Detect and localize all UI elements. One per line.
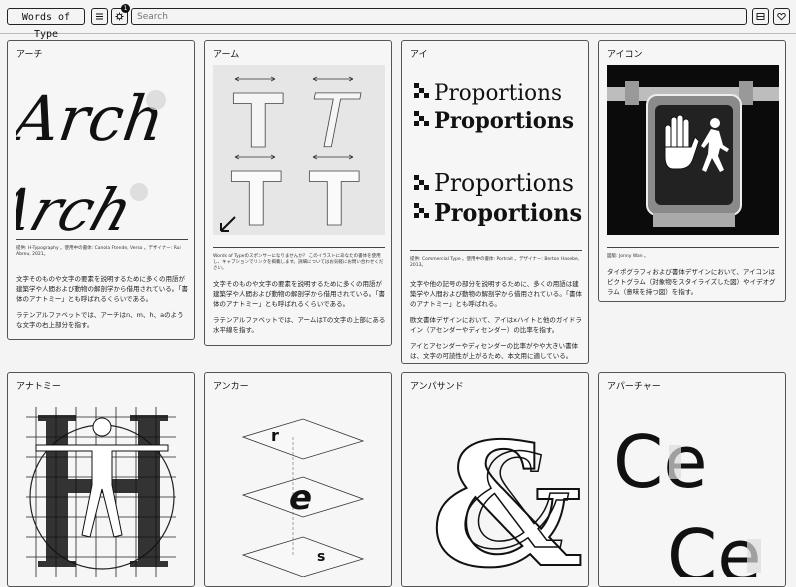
arm-glyph-2: T — [311, 79, 362, 165]
proportions-sample-3: Proportions — [434, 169, 574, 197]
card-caption: 提供: Commercial Type 。使用中の書体: Portrait 。デ… — [410, 250, 582, 269]
search-input[interactable] — [131, 8, 747, 25]
card-body: 文字や他の記号の部分を説明するために、多くの用語は建築学や人間および動物の解剖学… — [410, 279, 584, 363]
card-title: アーチ — [16, 50, 43, 60]
anchor-glyph-r: r — [271, 426, 279, 445]
arm-glyph-1: T — [233, 79, 284, 165]
term-card-arm[interactable]: アーム T T T T Words of Typeのスポンサーになりませんか？ … — [204, 40, 392, 346]
arm-glyph-3: T — [231, 157, 282, 235]
card-paragraph: 文字そのものや文字の要素を説明するために多くの用語が建築学や人間および動物の解剖… — [213, 280, 386, 308]
card-illustration: & & — [410, 397, 582, 577]
card-title: アイコン — [607, 50, 643, 60]
menu-button[interactable] — [91, 8, 108, 25]
card-paragraph: ラテンアルファベットでは、アームはTの文字の上部にある水平線を指す。 — [213, 316, 386, 334]
term-card-eye[interactable]: アイ Proportions Proportions Proportions P… — [401, 40, 589, 364]
aperture-sample-1: Ce — [613, 420, 708, 504]
top-bar: Words of Type 1 — [0, 0, 796, 40]
term-card-aperture[interactable]: アパーチャー Ce Ce — [598, 372, 786, 587]
card-illustration — [16, 397, 188, 577]
view-toggle-button[interactable] — [752, 8, 769, 25]
arch-word-upper: Arch — [16, 82, 169, 155]
card-paragraph: ラテンアルファベットでは、アーチはn、m、h、aのような文字の右上部分を指す。 — [16, 311, 184, 329]
grid-view-icon — [756, 13, 765, 20]
checker-mark-icon — [414, 83, 429, 218]
term-card-icon[interactable]: アイコン 図版: Jonny Wan 。 タイポグラフィおよび書体デザインにおい… — [598, 40, 786, 302]
arch-word-lower: Arch — [16, 177, 141, 235]
card-body: 文字そのものや文字の要素を説明するために多くの用語が建築学や人間および動物の解剖… — [16, 274, 190, 336]
card-illustration: T T T T — [213, 65, 385, 235]
card-body: 文字そのものや文字の要素を説明するために多くの用語が建築学や人間および動物の解剖… — [213, 279, 387, 341]
card-caption: Words of Typeのスポンサーになりませんか？ このイラストにあなたの書… — [213, 247, 385, 272]
card-illustration: Arch Arch — [16, 65, 188, 235]
card-title: アイ — [410, 50, 428, 60]
arch-highlight-upper — [146, 90, 166, 110]
card-illustration: Ce Ce — [607, 397, 779, 577]
favorites-button[interactable] — [773, 8, 790, 25]
card-title: アンカー — [213, 382, 249, 392]
gear-icon — [115, 12, 124, 21]
card-title: アナトミー — [16, 382, 61, 392]
proportions-sample-1: Proportions — [434, 81, 562, 106]
card-title: アパーチャー — [607, 382, 661, 392]
card-paragraph: 文字そのものや文字の要素を説明するために多くの用語が建築学や人間および動物の解剖… — [16, 275, 189, 303]
card-paragraph: 文字や他の記号の部分を説明するために、多くの用語は建築学や人間および動物の解剖学… — [410, 280, 583, 308]
term-card-anatomy[interactable]: アナトミー — [7, 372, 195, 587]
card-body: タイポグラフィおよび書体デザインにおいて、アイコンはピクトグラム（対象物をスタイ… — [607, 267, 781, 301]
card-title: アーム — [213, 50, 240, 60]
card-paragraph: タイポグラフィおよび書体デザインにおいて、アイコンはピクトグラム（対象物をスタイ… — [607, 268, 776, 296]
heart-icon — [777, 12, 786, 21]
ampersand-glyph-2: & — [460, 426, 576, 577]
arm-glyph-4: T — [309, 157, 360, 235]
proportions-sample-4: Proportions — [434, 198, 582, 227]
card-paragraph: アイとアセンダーやディセンダーの比率がやや大きい書体は、文字の可読性が上がるため… — [410, 342, 579, 360]
proportions-sample-2: Proportions — [434, 108, 574, 134]
card-illustration: r e s — [213, 397, 385, 577]
hamburger-icon — [96, 13, 103, 20]
arch-highlight-lower — [130, 183, 148, 201]
card-paragraph: 欧文書体デザインにおいて、アイはxハイトと他のガイドライン（アセンダーやディセン… — [410, 316, 582, 334]
anchor-glyph-e: e — [289, 478, 312, 518]
term-card-anchor[interactable]: アンカー r e s — [204, 372, 392, 587]
card-title: アンパサンド — [410, 382, 464, 392]
card-illustration: Proportions Proportions Proportions Prop… — [410, 65, 582, 235]
term-card-ampersand[interactable]: アンパサンド & & — [401, 372, 589, 587]
notification-badge: 1 — [121, 4, 130, 13]
card-caption: 図版: Jonny Wan 。 — [607, 247, 779, 260]
app-logo[interactable]: Words of Type — [7, 8, 85, 40]
card-caption: 提供: H-Typography 。使用中の書体: Canola Ftende,… — [16, 239, 188, 258]
card-illustration — [607, 65, 779, 235]
anchor-glyph-s: s — [317, 549, 325, 565]
term-card-arch[interactable]: アーチ Arch Arch 提供: H-Typography 。使用中の書体: … — [7, 40, 195, 340]
